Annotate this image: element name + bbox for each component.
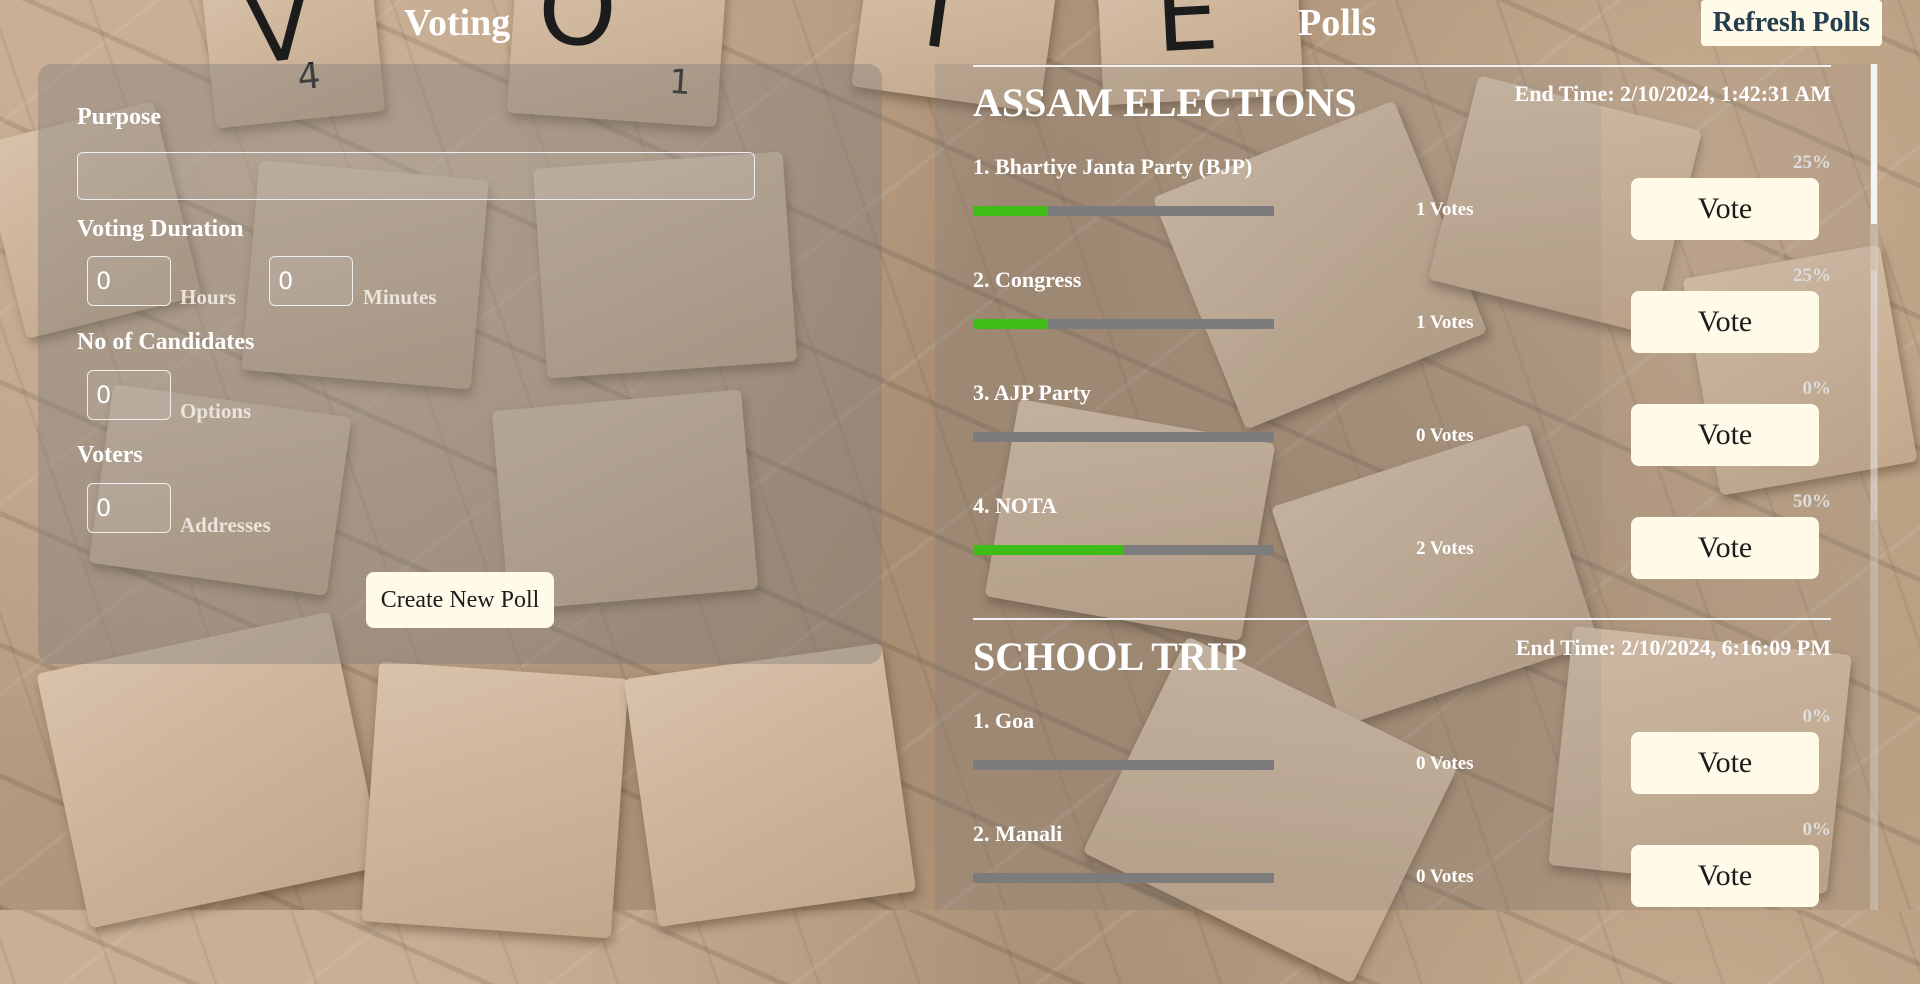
- voters-input[interactable]: [87, 483, 171, 533]
- hours-input[interactable]: [87, 256, 171, 306]
- candidate-percent: 0%: [1802, 706, 1832, 727]
- vote-progress-fill: [973, 206, 1049, 216]
- voting-section-title: Voting: [404, 2, 511, 44]
- polls-scrollbar-thumb[interactable]: [1871, 64, 1877, 224]
- poll-title: ASSAM ELECTIONS: [973, 80, 1357, 125]
- candidate-votes: 0 Votes: [1416, 866, 1474, 887]
- candidate-row: 2. Manali 0% 0 Votes Vote: [973, 819, 1832, 910]
- vote-button[interactable]: Vote: [1631, 178, 1819, 240]
- polls-section-title: Polls: [1298, 2, 1377, 44]
- candidate-name: 3. AJP Party: [973, 380, 1091, 405]
- vote-button[interactable]: Vote: [1631, 404, 1819, 466]
- poll-divider: [973, 65, 1831, 67]
- create-new-poll-button[interactable]: Create New Poll: [366, 572, 554, 628]
- candidates-count-input[interactable]: [87, 370, 171, 420]
- polls-scrollbar-segment: [1871, 270, 1877, 520]
- purpose-input[interactable]: [77, 152, 755, 200]
- vote-progress-bar: [973, 760, 1274, 770]
- voting-duration-label: Voting Duration: [77, 216, 244, 242]
- vote-button[interactable]: Vote: [1631, 845, 1819, 907]
- candidate-row: 1. Bhartiye Janta Party (BJP) 25% 1 Vote…: [973, 152, 1831, 266]
- candidate-votes: 0 Votes: [1416, 753, 1474, 774]
- poll-card: SCHOOL TRIP End Time: 2/10/2024, 6:16:09…: [973, 633, 1831, 910]
- poll-end-time: End Time: 2/10/2024, 6:16:09 PM: [1515, 635, 1831, 660]
- minutes-label: Minutes: [363, 285, 437, 309]
- candidate-percent: 50%: [1793, 491, 1831, 512]
- voters-label: Voters: [77, 442, 143, 468]
- candidate-row: 4. NOTA 50% 2 Votes Vote: [973, 491, 1831, 605]
- candidate-name: 4. NOTA: [973, 493, 1057, 518]
- tile-blank: [623, 643, 917, 927]
- vote-progress-bar: [973, 319, 1274, 329]
- candidate-percent: 25%: [1793, 152, 1831, 173]
- addresses-label: Addresses: [180, 513, 271, 537]
- candidate-percent: 25%: [1793, 265, 1831, 286]
- minutes-input[interactable]: [269, 256, 353, 306]
- vote-progress-bar: [973, 873, 1274, 883]
- vote-progress-bar: [973, 545, 1274, 555]
- poll-title: SCHOOL TRIP: [973, 634, 1247, 679]
- candidates-count-label: No of Candidates: [77, 329, 255, 355]
- candidate-row: 3. AJP Party 0% 0 Votes Vote: [973, 378, 1832, 492]
- vote-button[interactable]: Vote: [1631, 291, 1819, 353]
- vote-progress-fill: [973, 319, 1049, 329]
- poll-divider: [973, 618, 1831, 620]
- candidate-votes: 1 Votes: [1416, 312, 1474, 333]
- candidate-percent: 0%: [1802, 378, 1832, 399]
- options-label: Options: [180, 399, 252, 423]
- candidate-row: 2. Congress 25% 1 Votes Vote: [973, 265, 1831, 379]
- candidate-percent: 0%: [1802, 819, 1832, 840]
- vote-button[interactable]: Vote: [1631, 517, 1819, 579]
- candidate-name: 1. Goa: [973, 708, 1035, 733]
- tile-blank: [361, 661, 629, 939]
- hours-label: Hours: [180, 285, 237, 309]
- candidate-name: 2. Manali: [973, 821, 1063, 846]
- poll-card: ASSAM ELECTIONS End Time: 2/10/2024, 1:4…: [973, 79, 1831, 579]
- purpose-label: Purpose: [77, 104, 161, 130]
- vote-progress-bar: [973, 206, 1274, 216]
- vote-button[interactable]: Vote: [1631, 732, 1819, 794]
- create-poll-panel: Purpose Voting Duration Hours Minutes No…: [38, 64, 882, 664]
- candidate-name: 1. Bhartiye Janta Party (BJP): [973, 154, 1253, 179]
- refresh-polls-button[interactable]: Refresh Polls: [1700, 0, 1882, 46]
- candidate-votes: 2 Votes: [1416, 538, 1474, 559]
- vote-progress-bar: [973, 432, 1274, 442]
- candidate-votes: 0 Votes: [1416, 425, 1474, 446]
- vote-progress-fill: [973, 545, 1124, 555]
- candidate-name: 2. Congress: [973, 267, 1082, 292]
- candidate-row: 1. Goa 0% 0 Votes Vote: [973, 706, 1832, 820]
- poll-end-time: End Time: 2/10/2024, 1:42:31 AM: [1514, 81, 1831, 106]
- tile-letter: O: [534, 0, 621, 71]
- candidate-votes: 1 Votes: [1416, 199, 1474, 220]
